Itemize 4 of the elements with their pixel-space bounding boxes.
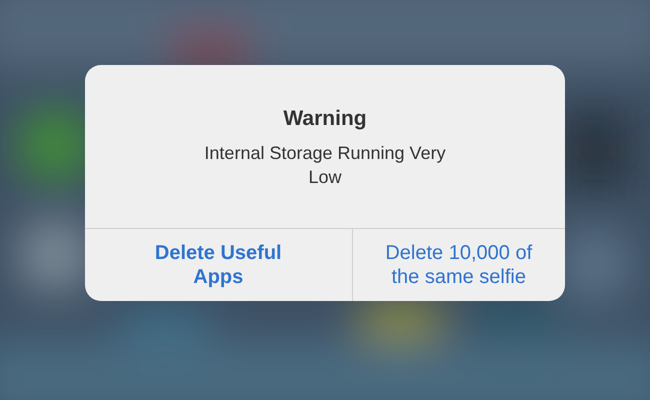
alert-message: Internal Storage Running Very Low — [203, 142, 447, 189]
alert-button[interactable]: Delete 10,000 of the same selfie — [352, 229, 565, 301]
alert-title: Warning — [283, 106, 367, 132]
alert-button[interactable]: Delete Useful Apps — [85, 229, 352, 301]
